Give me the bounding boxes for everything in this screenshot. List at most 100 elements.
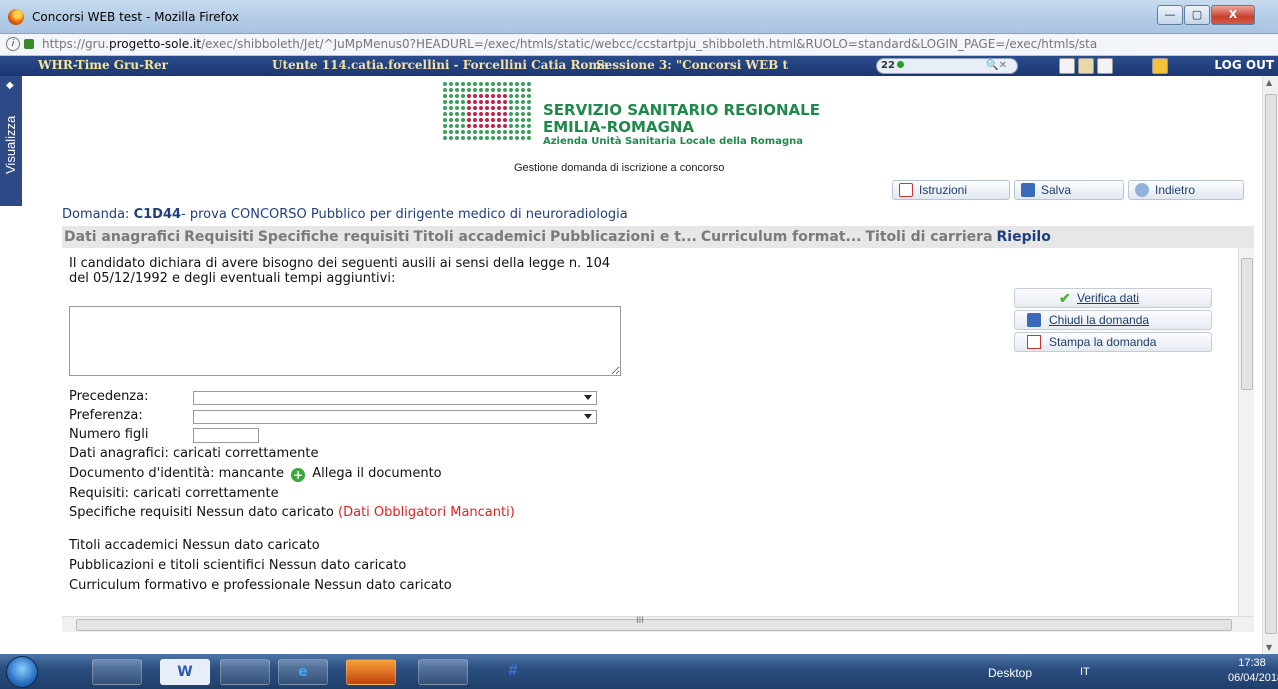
scroll-grip-icon: III	[636, 616, 644, 626]
salva-button[interactable]: Salva	[1014, 180, 1124, 200]
tab-curriculum[interactable]: Curriculum format...	[701, 226, 866, 248]
logo-dot	[527, 82, 531, 86]
tab-riepilogo[interactable]: Riepilo	[997, 226, 1055, 248]
logo-dot	[521, 88, 525, 92]
page-content: ◆ Visualizza ▲ ▼ SERVIZIO SANITARIO REGI…	[0, 76, 1278, 654]
stampa-domanda-button[interactable]: Stampa la domanda	[1014, 332, 1212, 352]
logo-dot	[515, 100, 519, 104]
visualizza-label: Visualizza	[3, 115, 18, 175]
logo-dot	[473, 88, 477, 92]
logo-dot	[509, 124, 513, 128]
logo-dot	[443, 82, 447, 86]
page-scroll-thumb[interactable]	[1265, 94, 1277, 634]
logo-dot	[521, 118, 525, 122]
horizontal-scroll-thumb[interactable]	[76, 619, 1232, 631]
logo-dot	[491, 130, 495, 134]
info-icon[interactable]: i	[6, 37, 20, 51]
close-window-button[interactable]: X	[1211, 5, 1255, 25]
hash-app-icon[interactable]: #	[488, 659, 538, 685]
logo-dot	[479, 112, 483, 116]
session-search-pill[interactable]: 22 🔍✕	[876, 58, 1018, 74]
logo-dot	[479, 88, 483, 92]
logo-dot	[461, 100, 465, 104]
stampa-domanda-label: Stampa la domanda	[1049, 335, 1157, 349]
logo-dot	[509, 118, 513, 122]
panel-scroll-thumb[interactable]	[1241, 258, 1253, 390]
excel-icon[interactable]	[220, 659, 270, 685]
language-indicator[interactable]: IT	[1080, 666, 1090, 678]
logo-dot	[527, 94, 531, 98]
logo-dot	[527, 124, 531, 128]
logo-dot	[527, 136, 531, 140]
page-scrollbar[interactable]: ▲ ▼	[1262, 76, 1278, 654]
user-info: Utente 114.catia.forcellini - Forcellini…	[272, 58, 609, 72]
ausili-textarea[interactable]	[69, 306, 621, 376]
logo-dot	[491, 88, 495, 92]
logo-dot	[473, 112, 477, 116]
horizontal-scrollbar[interactable]: III	[62, 616, 1254, 632]
logo-dot	[449, 130, 453, 134]
indietro-button[interactable]: Indietro	[1128, 180, 1244, 200]
logo-dot	[527, 106, 531, 110]
domanda-heading: Domanda: C1D44- prova CONCORSO Pubblico …	[62, 207, 628, 222]
logo-dot	[503, 82, 507, 86]
logout-link[interactable]: LOG OUT	[1214, 58, 1274, 72]
tab-specifiche-requisiti[interactable]: Specifiche requisiti	[258, 226, 414, 248]
logo-dot	[455, 130, 459, 134]
logo-dot	[443, 130, 447, 134]
numero-figli-input[interactable]	[193, 428, 259, 443]
logo-dot	[455, 124, 459, 128]
word-icon[interactable]: W	[160, 659, 210, 685]
logo-dot	[467, 118, 471, 122]
people-icon[interactable]	[1078, 58, 1094, 74]
app-window-icon[interactable]	[418, 659, 468, 685]
lock-icon[interactable]	[24, 39, 34, 49]
logo-dot	[455, 100, 459, 104]
url-prefix: https://gru.	[42, 37, 109, 51]
chiudi-domanda-button[interactable]: Chiudi la domanda	[1014, 310, 1212, 330]
firefox-icon[interactable]	[346, 659, 396, 685]
tab-pubblicazioni[interactable]: Pubblicazioni e t...	[550, 226, 701, 248]
floppy-save-icon	[1027, 313, 1041, 327]
internet-explorer-icon[interactable]: e	[278, 659, 328, 685]
logo-dot	[449, 118, 453, 122]
logo-dot	[473, 136, 477, 140]
app-toolbar: WHR-Time Gru-Rer Utente 114.catia.forcel…	[0, 56, 1278, 76]
logo-dot	[497, 88, 501, 92]
preferenza-select[interactable]	[193, 410, 597, 424]
tab-titoli-carriera[interactable]: Titoli di carriera	[865, 226, 996, 248]
start-button[interactable]	[6, 656, 38, 688]
system-clock[interactable]: 17:38 06/04/2018	[1228, 656, 1278, 686]
star-icon[interactable]	[1152, 58, 1168, 74]
logo-dot	[509, 130, 513, 134]
logo-dot	[509, 112, 513, 116]
minimize-button[interactable]: —	[1157, 5, 1183, 25]
panel-scrollbar[interactable]	[1238, 248, 1254, 616]
logo-dot	[461, 112, 465, 116]
allega-documento-link[interactable]: Allega il documento	[312, 466, 441, 481]
scroll-up-icon[interactable]: ▲	[1266, 78, 1272, 87]
url-bar[interactable]: i https://gru.progetto-sole.it/exec/shib…	[0, 34, 1278, 56]
scroll-down-icon[interactable]: ▼	[1266, 643, 1272, 652]
istruzioni-button[interactable]: Istruzioni	[892, 180, 1010, 200]
url-text[interactable]: https://gru.progetto-sole.it/exec/shibbo…	[42, 37, 1278, 51]
status-dot-icon	[896, 61, 904, 68]
desktop-toolbar-label[interactable]: Desktop	[988, 666, 1032, 680]
search-clear-icon[interactable]: 🔍✕	[986, 59, 1007, 73]
add-document-icon[interactable]: +	[291, 468, 306, 482]
logo-dot	[455, 112, 459, 116]
tab-requisiti[interactable]: Requisiti	[184, 226, 258, 248]
explorer-folder-icon[interactable]	[92, 659, 142, 685]
visualizza-side-tab[interactable]: ◆ Visualizza	[0, 76, 22, 206]
org-name-line3: Azienda Unità Sanitaria Locale della Rom…	[543, 136, 803, 147]
precedenza-select[interactable]	[193, 391, 597, 405]
logo-dot	[497, 112, 501, 116]
logo-dot	[521, 136, 525, 140]
tab-dati-anagrafici[interactable]: Dati anagrafici	[62, 226, 184, 248]
verifica-dati-button[interactable]: ✔ Verifica dati	[1014, 288, 1212, 308]
maximize-button[interactable]: ▢	[1184, 5, 1210, 25]
document-icon[interactable]	[1059, 58, 1075, 74]
settings-icon[interactable]	[1097, 58, 1113, 74]
org-name-line1: SERVIZIO SANITARIO REGIONALE	[543, 101, 820, 119]
tab-titoli-accademici[interactable]: Titoli accademici	[413, 226, 550, 248]
